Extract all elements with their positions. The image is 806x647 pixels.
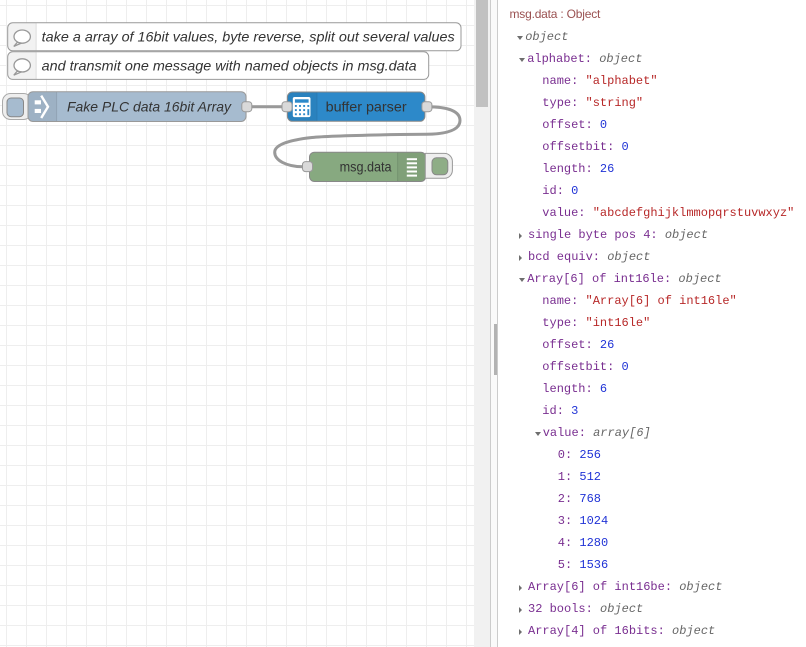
svg-text:Fake PLC data 16bit Array: Fake PLC data 16bit Array: [67, 98, 232, 114]
svg-text:take a array of 16bit values,: take a array of 16bit values, byte rever…: [42, 29, 455, 45]
svg-text:msg.data: msg.data: [340, 159, 392, 175]
svg-text:buffer parser: buffer parser: [326, 98, 407, 114]
svg-text:and transmit one message with: and transmit one message with named obje…: [42, 58, 417, 74]
